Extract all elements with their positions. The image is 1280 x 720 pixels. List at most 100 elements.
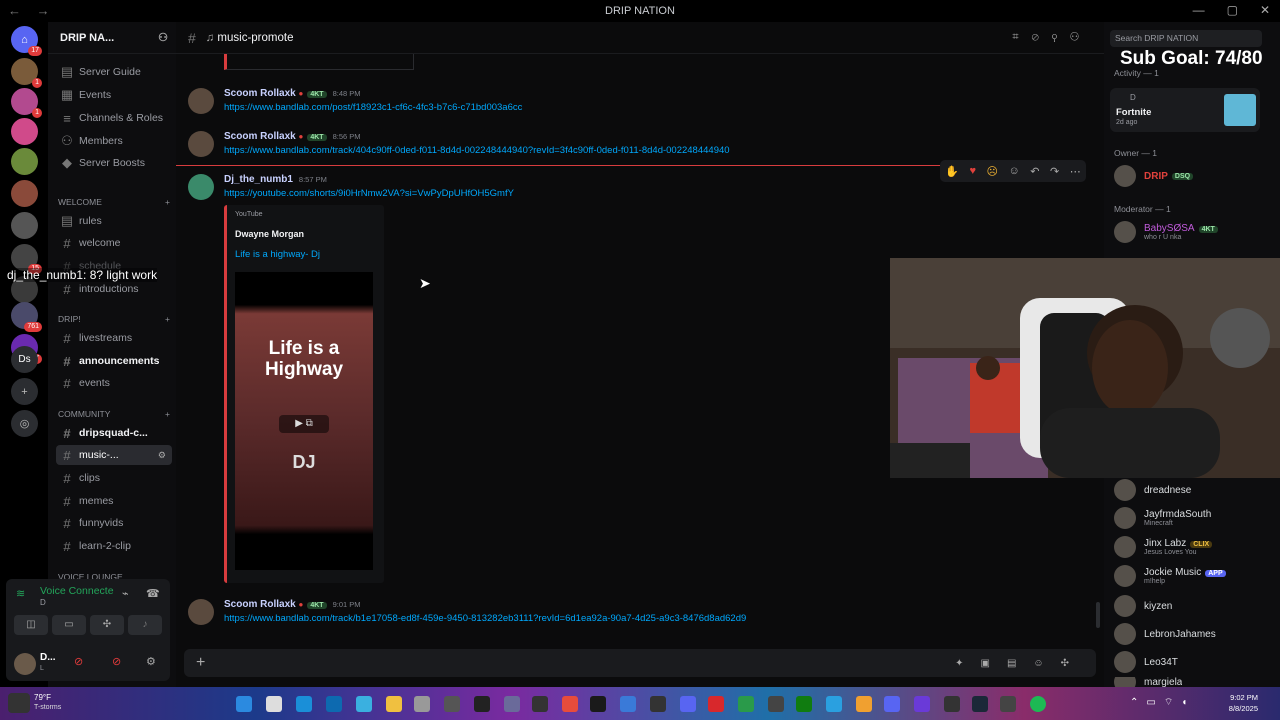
search-icon[interactable] [266, 696, 282, 712]
screenshare-button[interactable]: ▭ [52, 615, 86, 635]
user-avatar[interactable] [14, 653, 36, 675]
member-item[interactable]: Jockie Music APP m!help [1114, 565, 1226, 587]
video-thumbnail[interactable]: Life is a Highway ▶ ⧉ DJ [235, 272, 373, 570]
weather-icon[interactable] [8, 693, 30, 713]
soundboard-button[interactable]: ♪ [128, 615, 162, 635]
invite-icon[interactable]: ⚇ [158, 31, 168, 44]
member-item[interactable]: JayfrmdaSouth Minecraft [1114, 507, 1211, 529]
channel-events[interactable]: # events [56, 373, 172, 393]
edge-icon[interactable] [296, 696, 312, 712]
settings-icon[interactable] [444, 696, 460, 712]
events-item[interactable]: ▦ Events [56, 85, 172, 105]
app-icon[interactable] [856, 696, 872, 712]
author-avatar[interactable] [188, 88, 214, 114]
embed-title[interactable]: Life is a highway- Dj [235, 249, 320, 260]
message-actions[interactable]: ✋ ♥ ☹ ☺ ↶ ↷ ⋯ [940, 160, 1086, 182]
maximize-button[interactable]: ▢ [1227, 3, 1238, 17]
add-attachment-icon[interactable]: + [196, 654, 205, 672]
message-link[interactable]: https://www.bandlab.com/post/f18923c1-cf… [224, 102, 522, 113]
server-ds[interactable]: Ds [11, 346, 38, 373]
server-boosts[interactable]: ◆ Server Boosts [56, 153, 172, 173]
minimize-button[interactable]: — [1193, 3, 1205, 17]
close-button[interactable]: ✕ [1260, 3, 1270, 17]
app-icon[interactable] [914, 696, 930, 712]
forward-icon[interactable]: ↷ [1050, 165, 1059, 178]
author-name[interactable]: Scoom Rollaxk [224, 599, 296, 610]
header-tools[interactable]: ⌗⊘⚲⚇ [1012, 31, 1092, 44]
start-icon[interactable] [236, 696, 252, 712]
discord-icon[interactable] [680, 696, 696, 712]
server-icon[interactable]: 1 [11, 88, 42, 118]
noise-icon[interactable]: ⌁ [122, 587, 129, 600]
dm-home-icon[interactable]: ⌂ 17 [11, 26, 42, 56]
channel-announcements[interactable]: # announcements [56, 351, 172, 371]
message-link[interactable]: https://youtube.com/shorts/9i0HrNmw2VA?s… [224, 188, 514, 199]
app-icon[interactable] [708, 696, 724, 712]
server-icon[interactable] [11, 118, 38, 145]
reaction-heart-icon[interactable]: ♥ [969, 165, 976, 177]
add-server-icon[interactable]: + [11, 378, 38, 405]
activity-card[interactable]: D Fortnite 2d ago [1110, 88, 1260, 132]
app-icon[interactable] [474, 696, 490, 712]
telegram-icon[interactable] [826, 696, 842, 712]
app-icon[interactable] [738, 696, 754, 712]
app-icon[interactable] [884, 696, 900, 712]
app-icon[interactable] [1000, 696, 1016, 712]
member-item[interactable]: kiyzen [1114, 595, 1172, 617]
server-icon[interactable] [11, 180, 38, 207]
gear-icon[interactable]: ⚙ [146, 655, 156, 668]
category-community[interactable]: COMMUNITY + [58, 409, 170, 419]
author-avatar[interactable] [188, 131, 214, 157]
app-icon[interactable] [504, 696, 520, 712]
author-avatar[interactable] [188, 174, 214, 200]
channel-introductions[interactable]: # introductions [56, 279, 172, 299]
channel-music-promote[interactable]: # music-... ⚙ [56, 445, 172, 465]
members-item[interactable]: ⚇ Members [56, 131, 172, 151]
search-box[interactable]: Search DRIP NATION [1110, 30, 1262, 47]
disconnect-icon[interactable]: ☎ [146, 587, 160, 600]
channel-funnyvids[interactable]: # funnyvids [56, 513, 172, 533]
folder-icon[interactable] [386, 696, 402, 712]
activities-button[interactable]: ✣ [90, 615, 124, 635]
app-icon[interactable] [590, 696, 606, 712]
category-welcome[interactable]: WELCOME + [58, 197, 170, 207]
reply-icon[interactable]: ↶ [1030, 165, 1039, 178]
member-item[interactable]: Leo34T [1114, 651, 1178, 673]
member-moderator[interactable]: BabySØSA 4KT who r U nka [1114, 221, 1218, 243]
server-icon[interactable] [11, 212, 38, 239]
message-composer[interactable]: + ✦▣▤☺✣ [184, 649, 1096, 677]
composer-tools[interactable]: ✦▣▤☺✣ [955, 658, 1086, 669]
app-icon[interactable] [414, 696, 430, 712]
mail-icon[interactable] [356, 696, 372, 712]
deafen-icon[interactable]: ⊘ [112, 655, 121, 668]
server-icon[interactable] [11, 148, 38, 175]
app-icon[interactable] [768, 696, 784, 712]
chrome-icon[interactable] [562, 696, 578, 712]
app-icon[interactable] [650, 696, 666, 712]
camera-button[interactable]: ◫ [14, 615, 48, 635]
message-link[interactable]: https://www.bandlab.com/track/404c90ff-0… [224, 145, 730, 156]
author-avatar[interactable] [188, 599, 214, 625]
embed-author[interactable]: Dwayne Morgan [235, 229, 304, 239]
channel-learn-2-clip[interactable]: # learn-2-clip [56, 536, 172, 556]
server-icon[interactable]: 761 [11, 302, 42, 332]
scrollbar[interactable] [1096, 602, 1100, 628]
channel-rules[interactable]: ▤ rules [56, 211, 172, 231]
window-controls[interactable]: — ▢ ✕ [1193, 3, 1270, 17]
member-item[interactable]: LebronJahames [1114, 623, 1216, 645]
add-channel-icon[interactable]: + [165, 197, 170, 207]
member-item[interactable]: margiela [1114, 677, 1182, 687]
server-guide[interactable]: ▤ Server Guide [56, 62, 172, 82]
member-item[interactable]: Jinx Labz CLIX Jesus Loves You [1114, 536, 1213, 558]
mic-muted-icon[interactable]: ⊘ [74, 655, 83, 668]
server-icon[interactable]: 15 [11, 244, 42, 274]
reaction-face-icon[interactable]: ☹ [987, 165, 998, 178]
channels-roles[interactable]: ≡ Channels & Roles [56, 108, 172, 128]
spotify-icon[interactable] [1030, 696, 1046, 712]
discover-icon[interactable]: ◎ [11, 410, 38, 437]
steam-icon[interactable] [972, 696, 988, 712]
author-name[interactable]: Scoom Rollaxk [224, 88, 296, 99]
channel-dripsquad[interactable]: # dripsquad-c... [56, 423, 172, 443]
app-icon[interactable] [532, 696, 548, 712]
member-owner[interactable]: DRIP DSQ [1114, 165, 1194, 187]
